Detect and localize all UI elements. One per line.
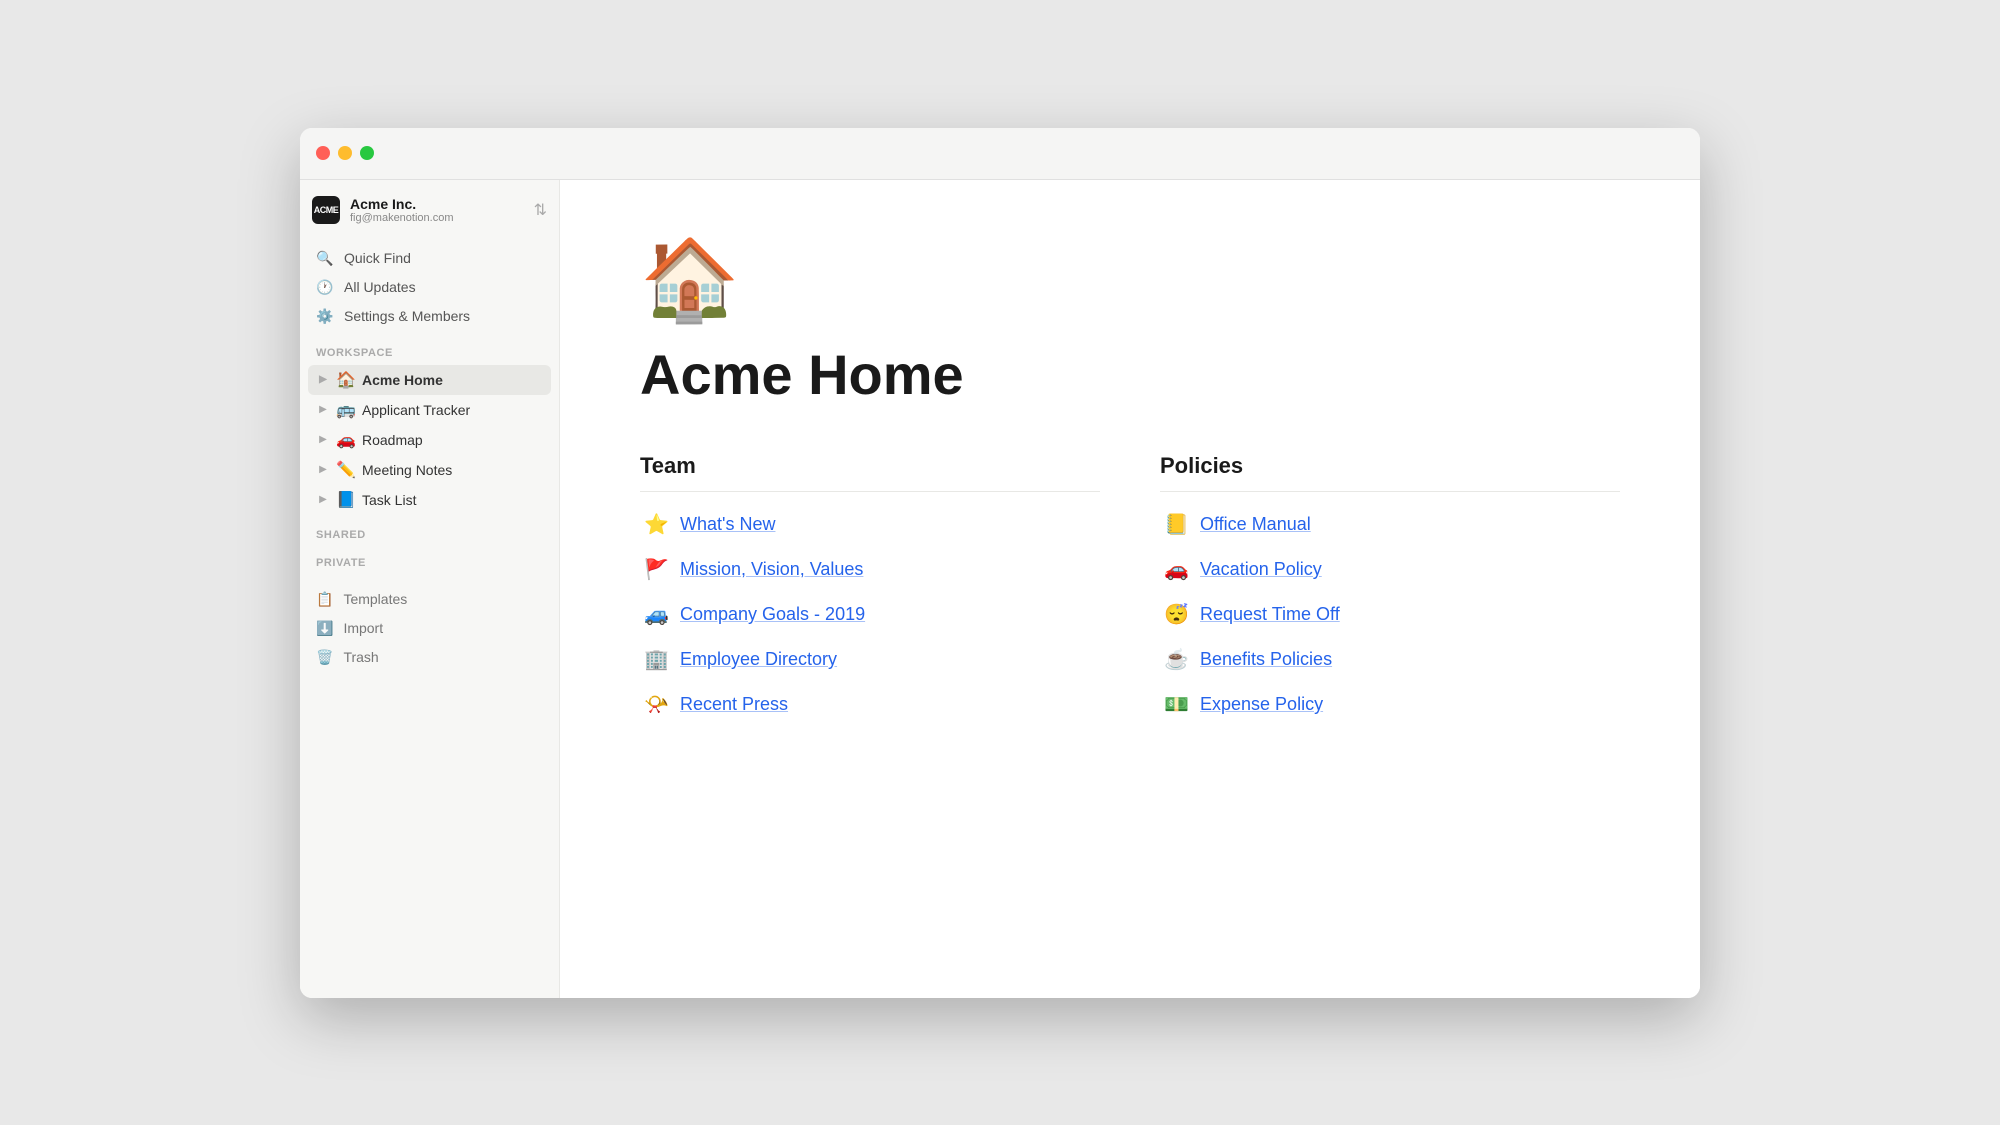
whats-new-emoji: ⭐: [644, 512, 668, 537]
page-title: Acme Home: [640, 344, 1620, 406]
sidebar-item-roadmap[interactable]: ▶ 🚗 Roadmap: [308, 425, 551, 455]
team-links: ⭐ What's New 🚩 Mission, Vision, Values 🚙…: [640, 504, 1100, 725]
sidebar-nav: 🔍 Quick Find 🕐 All Updates ⚙️ Settings &…: [300, 240, 559, 335]
workspace-header[interactable]: ACME Acme Inc. fig@makenotion.com ⇅: [300, 180, 559, 240]
close-button[interactable]: [316, 146, 330, 160]
list-item[interactable]: ☕ Benefits Policies: [1160, 639, 1620, 680]
company-goals-emoji: 🚙: [644, 602, 668, 627]
task-list-emoji: 📘: [336, 490, 356, 510]
page-icon: 🏠: [640, 240, 1620, 320]
meeting-notes-emoji: ✏️: [336, 460, 356, 480]
workspace-chevron-icon: ⇅: [534, 200, 547, 220]
all-updates-label: All Updates: [344, 279, 416, 295]
benefits-link[interactable]: Benefits Policies: [1200, 649, 1332, 670]
team-heading: Team: [640, 453, 1100, 492]
applicant-tracker-emoji: 🚌: [336, 400, 356, 420]
list-item[interactable]: 🚩 Mission, Vision, Values: [640, 549, 1100, 590]
trash-icon: 🗑️: [316, 649, 333, 666]
office-manual-emoji: 📒: [1164, 512, 1188, 537]
main-content: 🏠 Acme Home Team ⭐ What's New 🚩 Mission,…: [560, 180, 1700, 998]
employee-directory-emoji: 🏢: [644, 647, 668, 672]
policies-links: 📒 Office Manual 🚗 Vacation Policy 😴 Requ…: [1160, 504, 1620, 725]
settings-label: Settings & Members: [344, 308, 470, 324]
sidebar-item-quick-find[interactable]: 🔍 Quick Find: [308, 244, 551, 273]
vacation-policy-link[interactable]: Vacation Policy: [1200, 559, 1322, 580]
mission-link[interactable]: Mission, Vision, Values: [680, 559, 863, 580]
import-icon: ⬇️: [316, 620, 333, 637]
company-goals-link[interactable]: Company Goals - 2019: [680, 604, 865, 625]
workspace-icon: ACME: [312, 196, 340, 224]
employee-directory-link[interactable]: Employee Directory: [680, 649, 837, 670]
policies-section: Policies 📒 Office Manual 🚗 Vacation Poli…: [1160, 453, 1620, 725]
arrow-icon: ▶: [316, 404, 330, 415]
private-section-label: PRIVATE: [300, 545, 559, 573]
updates-icon: 🕐: [316, 279, 334, 296]
mission-emoji: 🚩: [644, 557, 668, 582]
recent-press-emoji: 📯: [644, 692, 668, 717]
sidebar-item-applicant-tracker[interactable]: ▶ 🚌 Applicant Tracker: [308, 395, 551, 425]
maximize-button[interactable]: [360, 146, 374, 160]
sidebar-item-task-list[interactable]: ▶ 📘 Task List: [308, 485, 551, 515]
list-item[interactable]: 📯 Recent Press: [640, 684, 1100, 725]
list-item[interactable]: 🚗 Vacation Policy: [1160, 549, 1620, 590]
expense-policy-emoji: 💵: [1164, 692, 1188, 717]
list-item[interactable]: ⭐ What's New: [640, 504, 1100, 545]
applicant-tracker-label: Applicant Tracker: [362, 402, 470, 418]
workspace-name: Acme Inc.: [350, 196, 454, 212]
meeting-notes-label: Meeting Notes: [362, 462, 452, 478]
templates-icon: 📋: [316, 591, 333, 608]
sidebar-item-settings[interactable]: ⚙️ Settings & Members: [308, 302, 551, 331]
trash-label: Trash: [343, 649, 378, 665]
list-item[interactable]: 📒 Office Manual: [1160, 504, 1620, 545]
list-item[interactable]: 😴 Request Time Off: [1160, 594, 1620, 635]
arrow-icon: ▶: [316, 464, 330, 475]
benefits-emoji: ☕: [1164, 647, 1188, 672]
sidebar-item-all-updates[interactable]: 🕐 All Updates: [308, 273, 551, 302]
whats-new-link[interactable]: What's New: [680, 514, 775, 535]
arrow-icon: ▶: [316, 494, 330, 505]
workspace-info: Acme Inc. fig@makenotion.com: [350, 196, 454, 224]
sidebar: ACME Acme Inc. fig@makenotion.com ⇅ 🔍 Qu…: [300, 180, 560, 998]
arrow-icon: ▶: [316, 434, 330, 445]
policies-heading: Policies: [1160, 453, 1620, 492]
sidebar-item-import[interactable]: ⬇️ Import: [308, 614, 551, 643]
sidebar-item-templates[interactable]: 📋 Templates: [308, 585, 551, 614]
office-manual-link[interactable]: Office Manual: [1200, 514, 1311, 535]
window-body: ACME Acme Inc. fig@makenotion.com ⇅ 🔍 Qu…: [300, 180, 1700, 998]
roadmap-label: Roadmap: [362, 432, 423, 448]
titlebar: [300, 128, 1700, 180]
expense-policy-link[interactable]: Expense Policy: [1200, 694, 1323, 715]
workspace-section-label: WORKSPACE: [300, 335, 559, 363]
sidebar-item-acme-home[interactable]: ▶ 🏠 Acme Home: [308, 365, 551, 395]
list-item[interactable]: 🏢 Employee Directory: [640, 639, 1100, 680]
two-column-layout: Team ⭐ What's New 🚩 Mission, Vision, Val…: [640, 453, 1620, 725]
task-list-label: Task List: [362, 492, 416, 508]
team-section: Team ⭐ What's New 🚩 Mission, Vision, Val…: [640, 453, 1100, 725]
sidebar-item-trash[interactable]: 🗑️ Trash: [308, 643, 551, 672]
traffic-lights: [316, 146, 374, 160]
list-item[interactable]: 🚙 Company Goals - 2019: [640, 594, 1100, 635]
shared-section-label: SHARED: [300, 517, 559, 545]
quick-find-label: Quick Find: [344, 250, 411, 266]
search-icon: 🔍: [316, 250, 334, 267]
workspace-header-left: ACME Acme Inc. fig@makenotion.com: [312, 196, 454, 224]
acme-home-label: Acme Home: [362, 372, 443, 388]
vacation-policy-emoji: 🚗: [1164, 557, 1188, 582]
request-time-off-emoji: 😴: [1164, 602, 1188, 627]
workspace-email: fig@makenotion.com: [350, 212, 454, 224]
list-item[interactable]: 💵 Expense Policy: [1160, 684, 1620, 725]
minimize-button[interactable]: [338, 146, 352, 160]
roadmap-emoji: 🚗: [336, 430, 356, 450]
acme-home-emoji: 🏠: [336, 370, 356, 390]
request-time-off-link[interactable]: Request Time Off: [1200, 604, 1340, 625]
templates-label: Templates: [343, 591, 407, 607]
gear-icon: ⚙️: [316, 308, 334, 325]
sidebar-bottom: 📋 Templates ⬇️ Import 🗑️ Trash: [300, 585, 559, 672]
app-window: ACME Acme Inc. fig@makenotion.com ⇅ 🔍 Qu…: [300, 128, 1700, 998]
sidebar-item-meeting-notes[interactable]: ▶ ✏️ Meeting Notes: [308, 455, 551, 485]
import-label: Import: [343, 620, 383, 636]
workspace-items-list: ▶ 🏠 Acme Home ▶ 🚌 Applicant Tracker ▶ 🚗 …: [300, 363, 559, 517]
arrow-icon: ▶: [316, 374, 330, 385]
recent-press-link[interactable]: Recent Press: [680, 694, 788, 715]
